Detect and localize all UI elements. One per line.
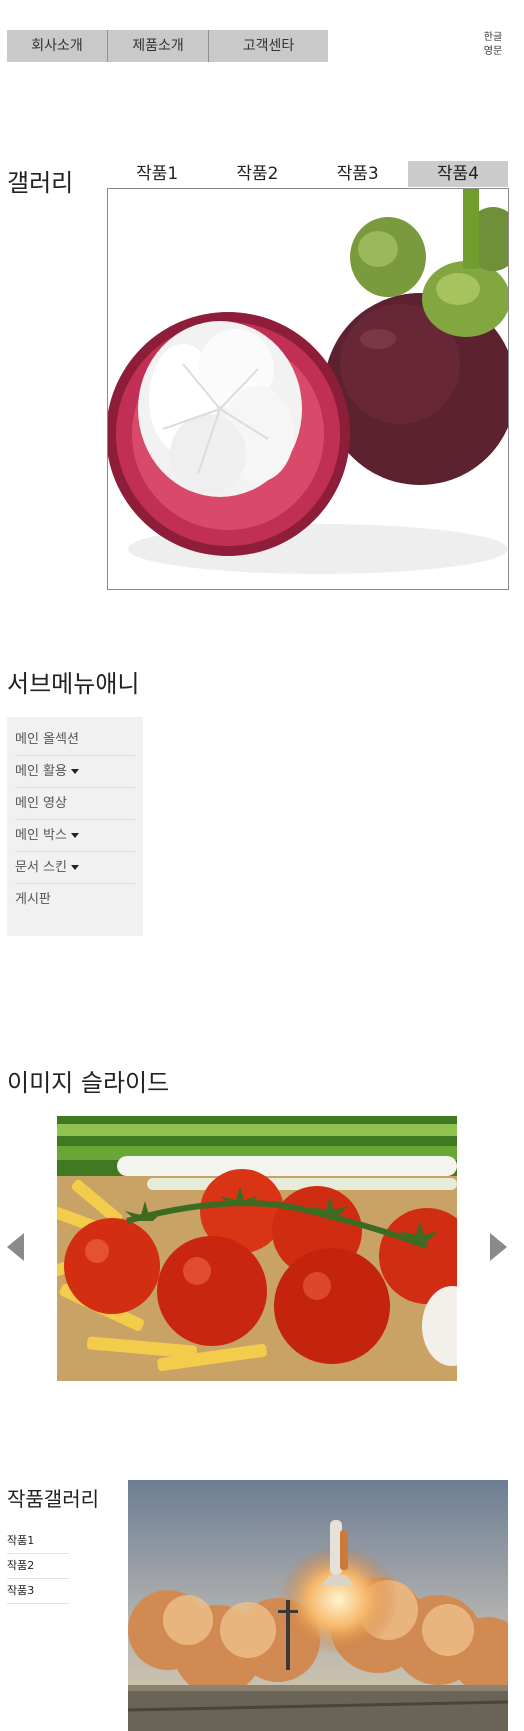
top-nav: 회사소개 제품소개 고객센타 xyxy=(7,30,328,62)
nav-item-company[interactable]: 회사소개 xyxy=(7,30,108,62)
tab-work-1[interactable]: 작품1 xyxy=(107,161,207,187)
nav-item-products[interactable]: 제품소개 xyxy=(108,30,209,62)
submenu-item-main-video[interactable]: 메인 영상 xyxy=(15,788,135,820)
submenu-item-label: 게시판 xyxy=(15,892,51,907)
image-slide-title: 이미지 슬라이드 xyxy=(7,1069,170,1097)
work-image-rocket-launch xyxy=(128,1480,508,1731)
arrow-right-icon[interactable] xyxy=(490,1233,507,1261)
lang-english-link[interactable]: 영문 xyxy=(478,45,508,59)
lang-korean-link[interactable]: 한글 xyxy=(478,31,508,45)
submenu-item-label: 메인 활용 xyxy=(15,764,67,779)
submenu-item-board[interactable]: 게시판 xyxy=(15,884,135,915)
tab-work-2[interactable]: 작품2 xyxy=(207,161,307,187)
submenu-item-label: 메인 영상 xyxy=(15,796,67,811)
caret-down-icon xyxy=(70,769,79,774)
rocket-launch-illustration xyxy=(128,1480,508,1731)
caret-down-icon xyxy=(70,865,79,870)
gallery-image-mangosteen xyxy=(107,188,509,590)
work-gallery-title: 작품갤러리 xyxy=(7,1487,99,1511)
submenu-item-label: 문서 스킨 xyxy=(15,860,67,875)
slide-image-tomatoes xyxy=(57,1116,457,1381)
submenu-panel: 메인 올섹션 메인 활용 메인 영상 메인 박스 문서 스킨 게시판 xyxy=(7,717,143,936)
tomatoes-illustration xyxy=(57,1116,457,1381)
work-gallery-list: 작품1 작품2 작품3 xyxy=(7,1529,69,1604)
submenu-item-main-box[interactable]: 메인 박스 xyxy=(15,820,135,852)
nav-item-support[interactable]: 고객센타 xyxy=(209,30,328,62)
language-switch: 한글 영문 xyxy=(478,31,508,59)
arrow-left-icon[interactable] xyxy=(7,1233,24,1261)
work-item-2[interactable]: 작품2 xyxy=(7,1554,69,1579)
submenu-item-main-allsection[interactable]: 메인 올섹션 xyxy=(15,724,135,756)
mangosteen-illustration xyxy=(108,189,508,589)
work-item-1[interactable]: 작품1 xyxy=(7,1529,69,1554)
gallery-tabs: 작품1 작품2 작품3 작품4 xyxy=(107,161,508,187)
submenu-item-doc-skin[interactable]: 문서 스킨 xyxy=(15,852,135,884)
submenu-item-label: 메인 올섹션 xyxy=(15,732,79,747)
tab-work-3[interactable]: 작품3 xyxy=(308,161,408,187)
work-item-3[interactable]: 작품3 xyxy=(7,1579,69,1604)
caret-down-icon xyxy=(70,833,79,838)
submenu-title: 서브메뉴애니 xyxy=(7,670,140,698)
tab-work-4[interactable]: 작품4 xyxy=(407,161,508,187)
submenu-item-label: 메인 박스 xyxy=(15,828,67,843)
submenu-item-main-usage[interactable]: 메인 활용 xyxy=(15,756,135,788)
gallery-title: 갤러리 xyxy=(7,169,74,197)
